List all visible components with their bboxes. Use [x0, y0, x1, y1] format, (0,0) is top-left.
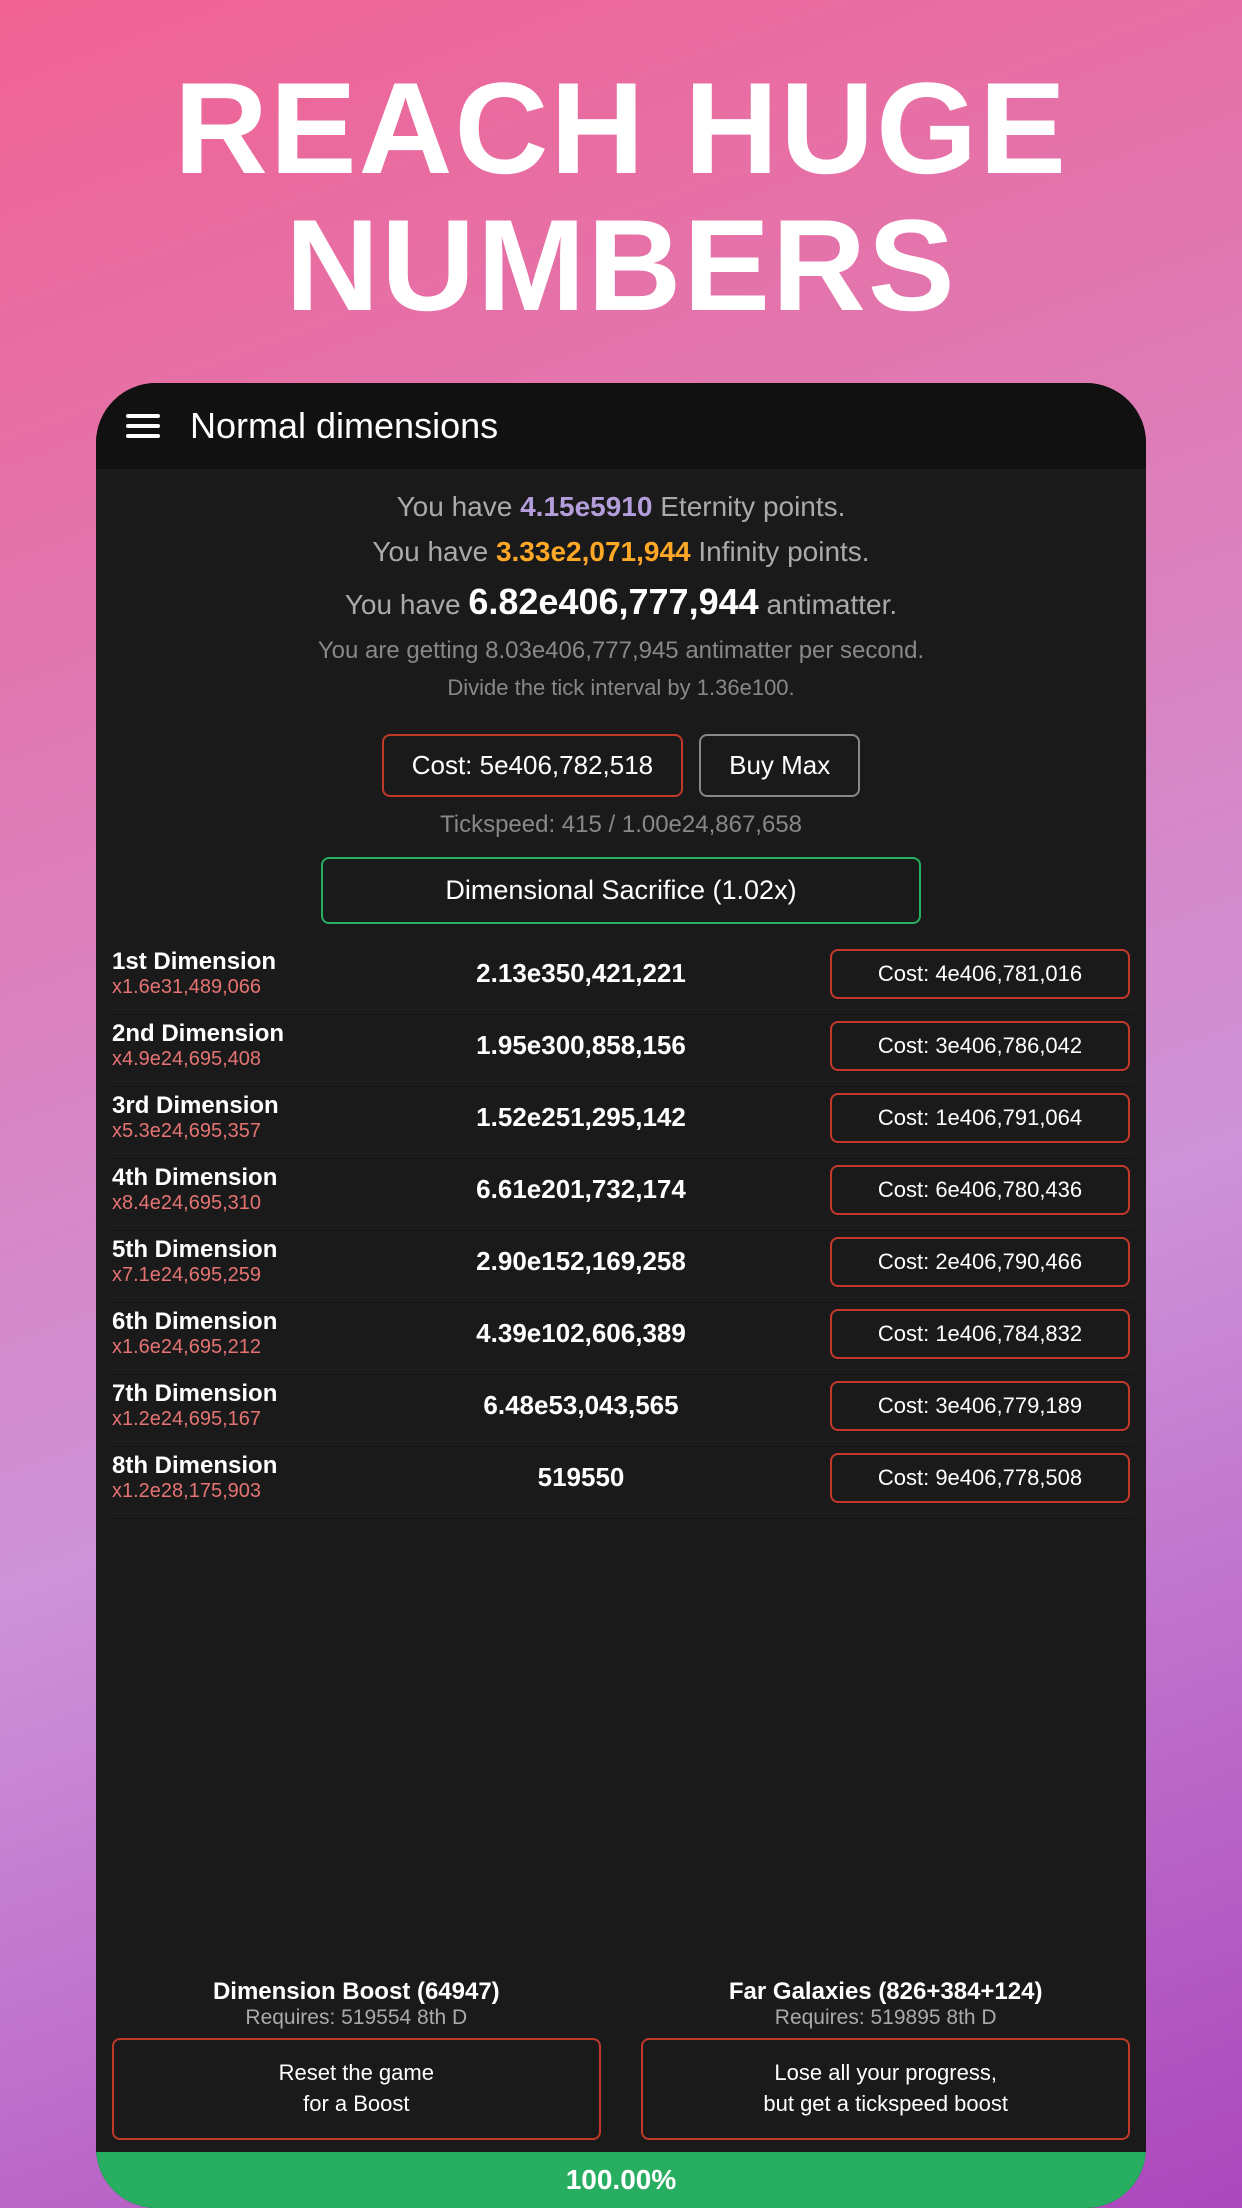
- cost-button[interactable]: Cost: 5e406,782,518: [382, 734, 683, 797]
- antimatter-stat: You have 6.82e406,777,944 antimatter.: [116, 577, 1126, 627]
- dim-label-5: 5th Dimension x7.1e24,695,259: [112, 1236, 332, 1287]
- boost-right-header: Far Galaxies (826+384+124) Requires: 519…: [641, 1978, 1130, 2030]
- tickspeed-display: Tickspeed: 415 / 1.00e24,867,658: [96, 807, 1146, 849]
- eternity-value: 4.15e5910: [520, 491, 652, 522]
- top-bar: Normal dimensions: [96, 383, 1146, 469]
- infinity-value: 3.33e2,071,944: [496, 536, 691, 567]
- headline-line1: REACH HUGE: [174, 55, 1068, 201]
- dim-label-7: 7th Dimension x1.2e24,695,167: [112, 1380, 332, 1431]
- headline-line2: NUMBERS: [285, 192, 956, 338]
- dimensions-list: 1st Dimension x1.6e31,489,066 2.13e350,4…: [96, 938, 1146, 1966]
- table-row: 3rd Dimension x5.3e24,695,357 1.52e251,2…: [108, 1082, 1134, 1154]
- progress-label: 100.00%: [566, 2164, 677, 2196]
- table-row: 5th Dimension x7.1e24,695,259 2.90e152,1…: [108, 1226, 1134, 1298]
- dim-cost-button-4[interactable]: Cost: 6e406,780,436: [830, 1165, 1130, 1215]
- tick-interval-stat: Divide the tick interval by 1.36e100.: [116, 673, 1126, 704]
- boost-buttons: Reset the gamefor a Boost Lose all your …: [108, 2038, 1134, 2152]
- dim-label-1: 1st Dimension x1.6e31,489,066: [112, 948, 332, 999]
- boost-area: Dimension Boost (64947) Requires: 519554…: [96, 1966, 1146, 2152]
- sacrifice-row: Dimensional Sacrifice (1.02x): [96, 849, 1146, 938]
- dim-cost-button-1[interactable]: Cost: 4e406,781,016: [830, 949, 1130, 999]
- dim-label-6: 6th Dimension x1.6e24,695,212: [112, 1308, 332, 1359]
- boost-left-title: Dimension Boost (64947): [112, 1978, 601, 2006]
- table-row: 2nd Dimension x4.9e24,695,408 1.95e300,8…: [108, 1010, 1134, 1082]
- menu-button[interactable]: [126, 414, 160, 438]
- progress-bar: 100.00%: [96, 2152, 1146, 2208]
- eternity-stat: You have 4.15e5910 Eternity points.: [116, 487, 1126, 526]
- boost-right-title: Far Galaxies (826+384+124): [641, 1978, 1130, 2006]
- dim-cost-button-3[interactable]: Cost: 1e406,791,064: [830, 1093, 1130, 1143]
- screen-title: Normal dimensions: [190, 405, 498, 447]
- dim-cost-button-5[interactable]: Cost: 2e406,790,466: [830, 1237, 1130, 1287]
- table-row: 4th Dimension x8.4e24,695,310 6.61e201,7…: [108, 1154, 1134, 1226]
- infinity-stat: You have 3.33e2,071,944 Infinity points.: [116, 532, 1126, 571]
- dim-cost-button-6[interactable]: Cost: 1e406,784,832: [830, 1309, 1130, 1359]
- table-row: 8th Dimension x1.2e28,175,903 519550 Cos…: [108, 1442, 1134, 1514]
- boost-right-sub: Requires: 519895 8th D: [641, 2006, 1130, 2030]
- stats-area: You have 4.15e5910 Eternity points. You …: [96, 469, 1146, 724]
- dim-label-8: 8th Dimension x1.2e28,175,903: [112, 1452, 332, 1503]
- table-row: 6th Dimension x1.6e24,695,212 4.39e102,6…: [108, 1298, 1134, 1370]
- dim-label-3: 3rd Dimension x5.3e24,695,357: [112, 1092, 332, 1143]
- headline: REACH HUGE NUMBERS: [94, 0, 1148, 383]
- dim-label-2: 2nd Dimension x4.9e24,695,408: [112, 1020, 332, 1071]
- dim-label-4: 4th Dimension x8.4e24,695,310: [112, 1164, 332, 1215]
- tickspeed-boost-button[interactable]: Lose all your progress,but get a tickspe…: [641, 2038, 1130, 2140]
- table-row: 7th Dimension x1.2e24,695,167 6.48e53,04…: [108, 1370, 1134, 1442]
- reset-boost-button[interactable]: Reset the gamefor a Boost: [112, 2038, 601, 2140]
- antimatter-value: 6.82e406,777,944: [468, 581, 758, 622]
- phone-frame: Normal dimensions You have 4.15e5910 Ete…: [96, 383, 1146, 2208]
- buy-max-button[interactable]: Buy Max: [699, 734, 860, 797]
- dim-cost-button-8[interactable]: Cost: 9e406,778,508: [830, 1453, 1130, 1503]
- boost-headers: Dimension Boost (64947) Requires: 519554…: [108, 1978, 1134, 2038]
- per-second-stat: You are getting 8.03e406,777,945 antimat…: [116, 634, 1126, 668]
- boost-left-sub: Requires: 519554 8th D: [112, 2006, 601, 2030]
- dim-cost-button-7[interactable]: Cost: 3e406,779,189: [830, 1381, 1130, 1431]
- cost-buttons-row: Cost: 5e406,782,518 Buy Max: [96, 724, 1146, 807]
- boost-left-header: Dimension Boost (64947) Requires: 519554…: [112, 1978, 601, 2030]
- sacrifice-button[interactable]: Dimensional Sacrifice (1.02x): [321, 857, 921, 924]
- table-row: 1st Dimension x1.6e31,489,066 2.13e350,4…: [108, 938, 1134, 1010]
- dim-cost-button-2[interactable]: Cost: 3e406,786,042: [830, 1021, 1130, 1071]
